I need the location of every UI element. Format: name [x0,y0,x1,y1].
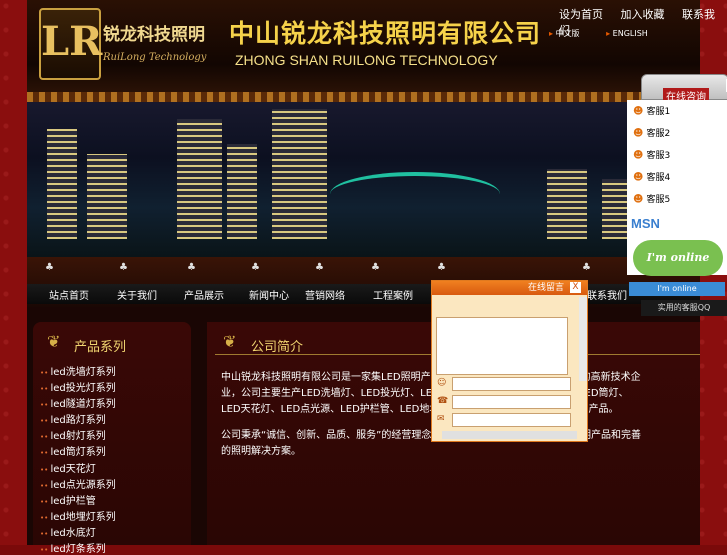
qq-contact-link[interactable]: 客服1 [633,104,670,117]
online-badge[interactable]: I'm online [633,240,723,276]
product-category-link[interactable]: led灯条系列 [40,540,105,555]
banner-building [272,109,327,239]
nav-news[interactable]: 新闻中心 [249,287,289,302]
nav-ornament-icon: ♣ [315,262,324,273]
product-category-link[interactable]: led隧道灯系列 [40,395,115,410]
nav-products[interactable]: 产品展示 [184,287,224,302]
banner-bridge [330,172,500,216]
email-field[interactable] [452,413,571,427]
banner-border [27,92,700,102]
banner-building [87,154,127,239]
product-category-link[interactable]: led点光源系列 [40,476,115,491]
qq-contact-link[interactable]: 客服2 [633,126,670,139]
nav-sales-network[interactable]: 营销网络 [305,287,345,302]
phone-field[interactable] [452,395,571,409]
banner-building [547,169,587,239]
product-category-link[interactable]: led路灯系列 [40,411,105,426]
lang-english-link[interactable]: ENGLISH [606,29,648,38]
nav-ornament-icon: ♣ [119,262,128,273]
nav-icon-row: ♣ ♣ ♣ ♣ ♣ ♣ ♣ ♣ [27,262,700,276]
logo-mark[interactable]: LR [39,8,102,80]
qq-contact-link[interactable]: 客服3 [633,148,670,161]
product-category-link[interactable]: led护栏管 [40,492,95,507]
main-nav: 站点首页 关于我们 产品展示 新闻中心 营销网络 工程案例 联系我们 [27,284,700,304]
lang-chinese-link[interactable]: 中文版 [549,29,580,38]
product-category-link[interactable]: led地埋灯系列 [40,508,115,523]
nav-ornament-icon: ♣ [582,262,591,273]
logo-chinese-name: 锐龙科技照明 [103,25,205,45]
nav-ornament-icon: ♣ [187,262,196,273]
email-icon: ✉ [437,414,445,424]
phone-icon: ☎ [437,396,449,406]
msn-link[interactable]: MSN [631,216,660,231]
nav-ornament-icon: ♣ [45,262,54,273]
add-favorite-link[interactable]: 加入收藏 [621,8,665,21]
set-homepage-link[interactable]: 设为首页 [559,8,603,21]
qq-contact-link[interactable]: 客服4 [633,170,670,183]
message-popup-close-button[interactable]: X [570,282,581,293]
nav-projects[interactable]: 工程案例 [373,287,413,302]
content-title: 公司简介 [251,340,304,355]
message-textarea[interactable] [436,317,568,375]
company-name-chinese: 中山锐龙科技照明有限公司 [229,19,542,48]
nav-home[interactable]: 站点首页 [49,287,89,302]
nav-about[interactable]: 关于我们 [117,287,157,302]
banner-building [177,119,222,239]
banner-building [227,144,257,239]
logo-english-name: RuiLong Technology [103,52,207,63]
ornament-icon: ❦ [47,332,61,351]
online-service-panel: × 在线咨询 客服1 客服2 客服3 客服4 客服5 MSN I'm onlin… [627,74,727,324]
product-category-link[interactable]: led筒灯系列 [40,443,105,458]
message-popup-hscrollbar[interactable] [442,431,577,439]
ornament-icon: ❦ [223,332,237,351]
service-panel-footer: 实用的客服QQ [641,300,727,316]
company-name-english: ZHONG SHAN RUILONG TECHNOLOGY [235,52,498,68]
service-panel-body: 客服1 客服2 客服3 客服4 客服5 MSN I'm online [627,100,727,276]
banner-building [47,129,77,239]
product-category-link[interactable]: led天花灯 [40,460,95,475]
product-category-link[interactable]: led水底灯 [40,524,95,539]
message-popup-scrollbar[interactable] [579,297,587,381]
product-category-link[interactable]: led射灯系列 [40,427,105,442]
nav-ornament-icon: ♣ [437,262,446,273]
nav-ornament-icon: ♣ [371,262,380,273]
name-icon: ☺ [437,378,447,388]
online-status-bar[interactable]: I'm online [629,282,725,296]
name-field[interactable] [452,377,571,391]
message-popup: 在线留言 X ☺ ☎ ✉ [431,280,588,442]
language-switch: 中文版 ENGLISH [549,28,672,39]
message-popup-title: 在线留言 [432,281,587,295]
nav-contact[interactable]: 联系我们 [587,287,627,302]
product-category-link[interactable]: led投光灯系列 [40,379,115,394]
qq-contact-link[interactable]: 客服5 [633,192,670,205]
product-category-link[interactable]: led洗墙灯系列 [40,363,115,378]
banner-image [27,92,700,257]
sidebar-title: 产品系列 [74,340,127,355]
nav-ornament-icon: ♣ [251,262,260,273]
